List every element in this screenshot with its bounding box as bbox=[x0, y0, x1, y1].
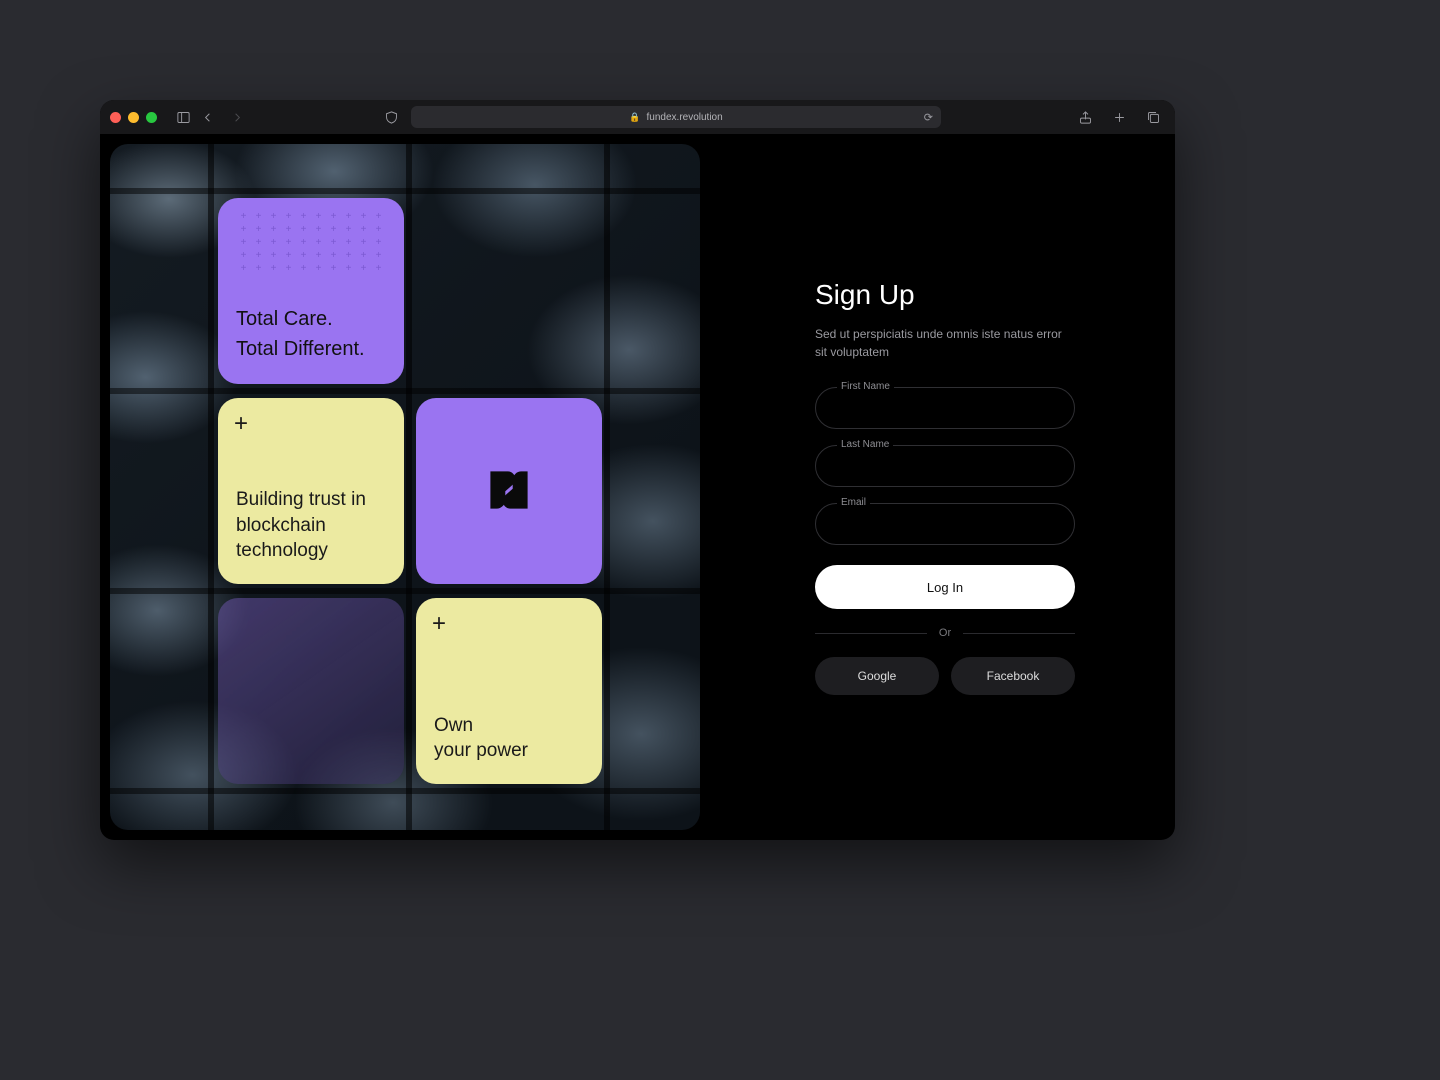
browser-window: 🔒 fundex.revolution ⟳ ++++++++++ bbox=[100, 100, 1175, 840]
last-name-input[interactable] bbox=[815, 445, 1075, 487]
address-bar[interactable]: 🔒 fundex.revolution ⟳ bbox=[411, 106, 941, 128]
form-pane: Sign Up Sed ut perspiciatis unde omnis i… bbox=[700, 134, 1175, 840]
new-tab-icon[interactable] bbox=[1107, 105, 1131, 129]
hero-panel: ++++++++++ ++++++++++ ++++++++++ +++++++… bbox=[110, 144, 700, 830]
brand-logo-icon bbox=[478, 459, 540, 521]
card-logo bbox=[416, 398, 602, 584]
first-name-label: First Name bbox=[837, 381, 894, 392]
form-separator: Or bbox=[815, 627, 1075, 639]
last-name-field-wrap: Last Name bbox=[815, 445, 1075, 487]
first-name-input[interactable] bbox=[815, 387, 1075, 429]
maximize-window-button[interactable] bbox=[146, 112, 157, 123]
signup-form: Sign Up Sed ut perspiciatis unde omnis i… bbox=[815, 279, 1075, 695]
card-line: Own bbox=[434, 713, 584, 739]
close-window-button[interactable] bbox=[110, 112, 121, 123]
lock-icon: 🔒 bbox=[629, 112, 640, 123]
oauth-row: Google Facebook bbox=[815, 657, 1075, 695]
email-field-wrap: Email bbox=[815, 503, 1075, 545]
browser-chrome: 🔒 fundex.revolution ⟳ bbox=[100, 100, 1175, 134]
card-line: Total Care. bbox=[236, 304, 386, 334]
card-own-power: + Own your power bbox=[416, 598, 602, 784]
facebook-oauth-button[interactable]: Facebook bbox=[951, 657, 1075, 695]
reload-icon[interactable]: ⟳ bbox=[924, 111, 933, 124]
login-button[interactable]: Log In bbox=[815, 565, 1075, 609]
plus-icon: + bbox=[234, 412, 248, 436]
form-heading: Sign Up bbox=[815, 279, 1075, 311]
tabs-icon[interactable] bbox=[1141, 105, 1165, 129]
plus-icon: + bbox=[432, 612, 446, 636]
card-building-trust: + Building trust in blockchain technolog… bbox=[218, 398, 404, 584]
first-name-field-wrap: First Name bbox=[815, 387, 1075, 429]
last-name-label: Last Name bbox=[837, 439, 893, 450]
separator-label: Or bbox=[939, 627, 951, 639]
form-subtext: Sed ut perspiciatis unde omnis iste natu… bbox=[815, 325, 1075, 361]
card-total-care: ++++++++++ ++++++++++ ++++++++++ +++++++… bbox=[218, 198, 404, 384]
card-line: Total Different. bbox=[236, 334, 386, 364]
sidebar-toggle-icon[interactable] bbox=[171, 105, 195, 129]
dot-pattern-icon: ++++++++++ ++++++++++ ++++++++++ +++++++… bbox=[236, 212, 386, 277]
card-total-care-text: Total Care. Total Different. bbox=[236, 304, 386, 364]
share-icon[interactable] bbox=[1073, 105, 1097, 129]
window-controls bbox=[110, 112, 157, 123]
forward-button[interactable] bbox=[225, 105, 249, 129]
card-building-trust-text: Building trust in blockchain technology bbox=[236, 487, 386, 564]
email-label: Email bbox=[837, 497, 870, 508]
google-oauth-button[interactable]: Google bbox=[815, 657, 939, 695]
minimize-window-button[interactable] bbox=[128, 112, 139, 123]
card-empty bbox=[218, 598, 404, 784]
email-input[interactable] bbox=[815, 503, 1075, 545]
card-own-power-text: Own your power bbox=[434, 713, 584, 764]
page-content: ++++++++++ ++++++++++ ++++++++++ +++++++… bbox=[100, 134, 1175, 840]
card-line: your power bbox=[434, 738, 584, 764]
back-button[interactable] bbox=[195, 105, 219, 129]
address-bar-text: fundex.revolution bbox=[647, 112, 723, 123]
shield-icon[interactable] bbox=[379, 105, 403, 129]
